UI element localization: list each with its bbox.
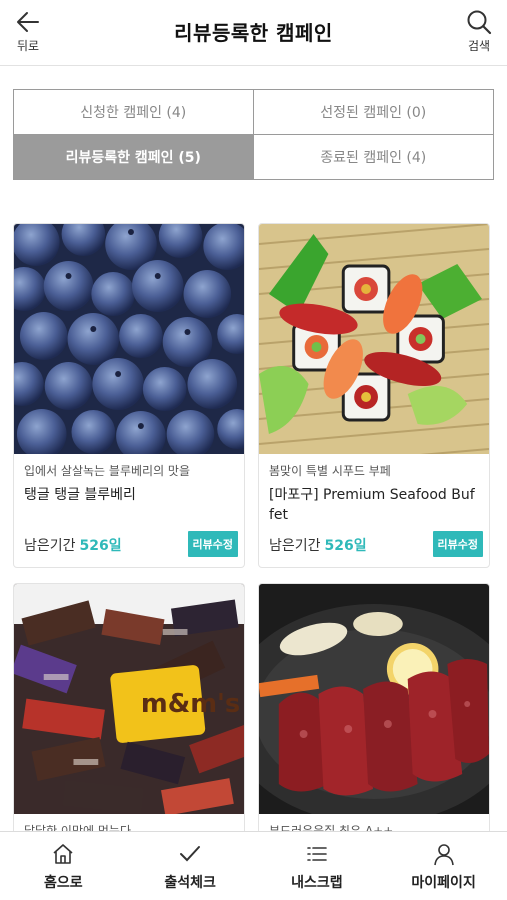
nav-mypage-label: 마이페이지 xyxy=(411,875,476,891)
campaign-card[interactable]: 입에서 살살녹는 블루베리의 맛을 탱글 탱글 블루베리 남은기간 526일 리뷰… xyxy=(13,223,245,568)
card-title[interactable]: [마포구] Premium Seafood Buffet xyxy=(269,485,479,525)
app-header: 뒤로 리뷰등록한 캠페인 검색 xyxy=(0,0,507,66)
nav-mypage[interactable]: 마이페이지 xyxy=(380,832,507,900)
campaign-card[interactable]: 부드러운육질 최우 A++ xyxy=(258,583,490,843)
list-icon xyxy=(307,847,327,861)
card-subtitle: 입에서 살살녹는 블루베리의 맛을 xyxy=(24,464,191,478)
campaign-image-sushi[interactable] xyxy=(259,224,489,454)
edit-review-button[interactable]: 리뷰수정 xyxy=(187,531,238,557)
campaign-image-steak[interactable] xyxy=(259,584,489,814)
remaining-label: 남은기간 xyxy=(24,538,76,554)
campaign-image-blueberries[interactable] xyxy=(14,224,244,454)
search-label: 검색 xyxy=(467,39,491,53)
home-icon xyxy=(53,844,73,864)
remaining-label: 남은기간 xyxy=(269,538,321,554)
tab-selected[interactable]: 선정된 캠페인 (0) xyxy=(253,90,493,135)
nav-attendance[interactable]: 출석체크 xyxy=(127,832,254,900)
nav-scrap-label: 내스크랩 xyxy=(291,875,343,891)
nav-scrap[interactable]: 내스크랩 xyxy=(254,832,381,900)
user-icon xyxy=(433,844,454,866)
campaign-card[interactable]: 봄맞이 특별 시푸드 부페 [마포구] Premium Seafood Buff… xyxy=(258,223,490,568)
edit-review-button[interactable]: 리뷰수정 xyxy=(432,531,483,557)
nav-home-label: 홈으로 xyxy=(44,875,83,891)
remaining-days: 526일 xyxy=(79,538,122,554)
nav-home[interactable]: 홈으로 xyxy=(0,832,127,900)
tab-applied[interactable]: 신청한 캠페인 (4) xyxy=(14,90,254,135)
tab-ended[interactable]: 종료된 캠페인 (4) xyxy=(253,134,493,179)
remaining-period: 남은기간 526일 xyxy=(269,535,367,555)
tab-reviewed[interactable]: 리뷰등록한 캠페인 (5) xyxy=(14,134,254,179)
campaign-card[interactable]: m&m's 달달한 이맛에 먹는다 xyxy=(13,583,245,843)
search-button[interactable]: 검색 xyxy=(453,8,505,60)
campaign-image-chocolates[interactable]: m&m's xyxy=(14,584,244,814)
card-subtitle: 봄맞이 특별 시푸드 부페 xyxy=(269,464,391,478)
card-title[interactable]: 탱글 탱글 블루베리 xyxy=(24,485,234,525)
remaining-days: 526일 xyxy=(324,538,367,554)
check-icon xyxy=(180,846,201,862)
campaign-tabs: 신청한 캠페인 (4) 선정된 캠페인 (0) 리뷰등록한 캠페인 (5) 종료… xyxy=(13,89,494,180)
page-title: 리뷰등록한 캠페인 xyxy=(174,21,333,45)
nav-attendance-label: 출석체크 xyxy=(164,875,216,891)
search-icon xyxy=(467,10,492,35)
remaining-period: 남은기간 526일 xyxy=(24,535,122,555)
svg-text:m&m's: m&m's xyxy=(141,689,240,719)
bottom-navigation: 홈으로 출석체크 내스크랩 마이페이지 xyxy=(0,831,507,900)
